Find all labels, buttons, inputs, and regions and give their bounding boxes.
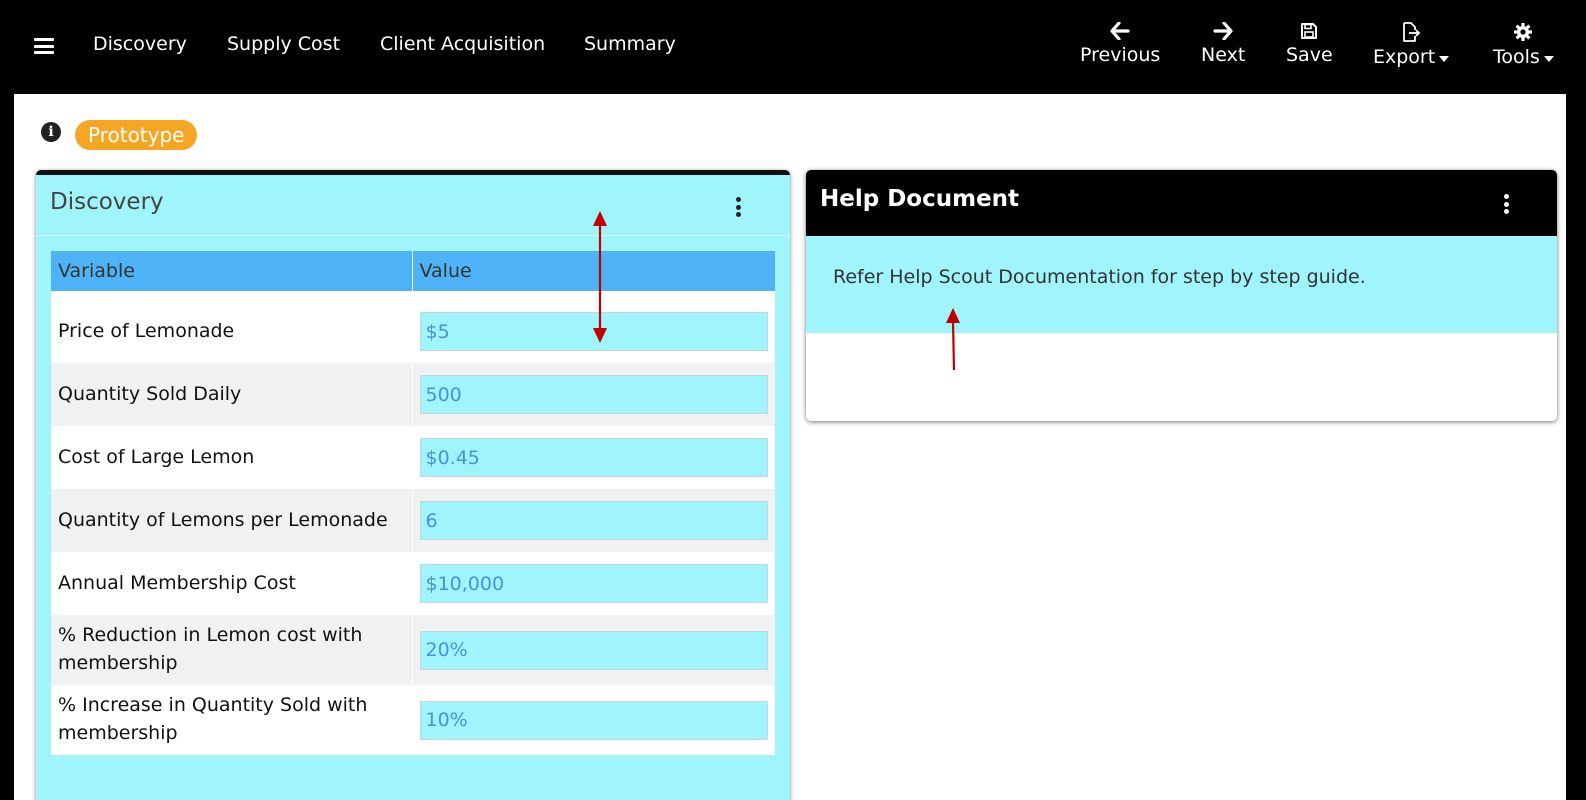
previous-label: Previous [1080, 44, 1161, 66]
nav-link-discovery[interactable]: Discovery [93, 33, 187, 55]
nav-link-summary[interactable]: Summary [584, 33, 676, 55]
arrow-left-icon [1110, 22, 1130, 40]
price-of-lemonade-input[interactable] [419, 312, 768, 351]
table-row: % Reduction in Lemon cost with membershi… [51, 615, 775, 685]
table-row: % Increase in Quantity Sold with members… [51, 685, 775, 755]
variable-label: Quantity of Lemons per Lemonade [51, 489, 413, 552]
variable-label: Quantity Sold Daily [51, 363, 413, 426]
save-button[interactable]: Save [1286, 22, 1333, 66]
variable-label: Annual Membership Cost [51, 552, 413, 615]
cost-of-large-lemon-input[interactable] [419, 438, 768, 477]
file-export-icon [1403, 22, 1421, 42]
hamburger-menu-icon[interactable] [34, 38, 54, 54]
help-card-menu-icon[interactable] [1504, 194, 1510, 217]
lemon-cost-reduction-input[interactable] [419, 630, 768, 670]
main-content: i Prototype Discovery Variable Value Pri… [14, 94, 1566, 800]
help-card-title: Help Document [820, 186, 1020, 212]
column-header-value: Value [412, 251, 775, 293]
status-badge: Prototype [75, 120, 198, 150]
quantity-sold-daily-input[interactable] [419, 375, 768, 414]
next-label: Next [1201, 44, 1246, 66]
card-header-divider [36, 235, 790, 236]
table-row: Annual Membership Cost [51, 552, 775, 615]
discovery-card-menu-icon[interactable] [736, 197, 742, 220]
save-label: Save [1286, 44, 1333, 66]
help-card-body: Refer Help Scout Documentation for step … [806, 236, 1557, 333]
column-header-variable: Variable [51, 251, 413, 293]
discovery-card-title: Discovery [50, 189, 164, 215]
variable-label: Cost of Large Lemon [51, 426, 413, 489]
floppy-disk-icon [1301, 23, 1318, 39]
tools-label: Tools [1493, 46, 1540, 68]
caret-down-icon [1543, 55, 1554, 62]
table-row: Price of Lemonade [51, 300, 775, 363]
arrow-right-icon [1213, 22, 1233, 40]
variable-label: % Increase in Quantity Sold with members… [51, 685, 413, 755]
variable-label: Price of Lemonade [51, 300, 413, 363]
previous-button[interactable]: Previous [1080, 22, 1160, 66]
caret-down-icon [1439, 55, 1450, 62]
next-button[interactable]: Next [1201, 22, 1245, 66]
tools-dropdown[interactable]: Tools [1493, 22, 1554, 68]
discovery-card: Discovery Variable Value Price of Lemona… [36, 170, 790, 800]
top-navigation-bar: Discovery Supply Cost Client Acquisition… [0, 0, 1586, 94]
lemons-per-lemonade-input[interactable] [419, 501, 768, 540]
quantity-sold-increase-input[interactable] [419, 700, 768, 740]
table-row: Cost of Large Lemon [51, 426, 775, 489]
gear-icon [1514, 23, 1533, 41]
variable-label: % Reduction in Lemon cost with membershi… [51, 615, 413, 685]
nav-link-supply-cost[interactable]: Supply Cost [227, 33, 340, 55]
export-dropdown[interactable]: Export [1373, 22, 1450, 68]
help-document-card: Help Document Refer Help Scout Documenta… [806, 170, 1557, 421]
nav-link-client-acquisition[interactable]: Client Acquisition [380, 33, 545, 55]
help-text: Refer Help Scout Documentation for step … [833, 266, 1366, 288]
info-icon[interactable]: i [41, 122, 61, 142]
annual-membership-cost-input[interactable] [419, 564, 768, 603]
table-row: Quantity of Lemons per Lemonade [51, 489, 775, 552]
table-row: Quantity Sold Daily [51, 363, 775, 426]
export-label: Export [1373, 46, 1436, 68]
variables-table: Variable Value Price of Lemonade Quantit… [51, 251, 775, 755]
